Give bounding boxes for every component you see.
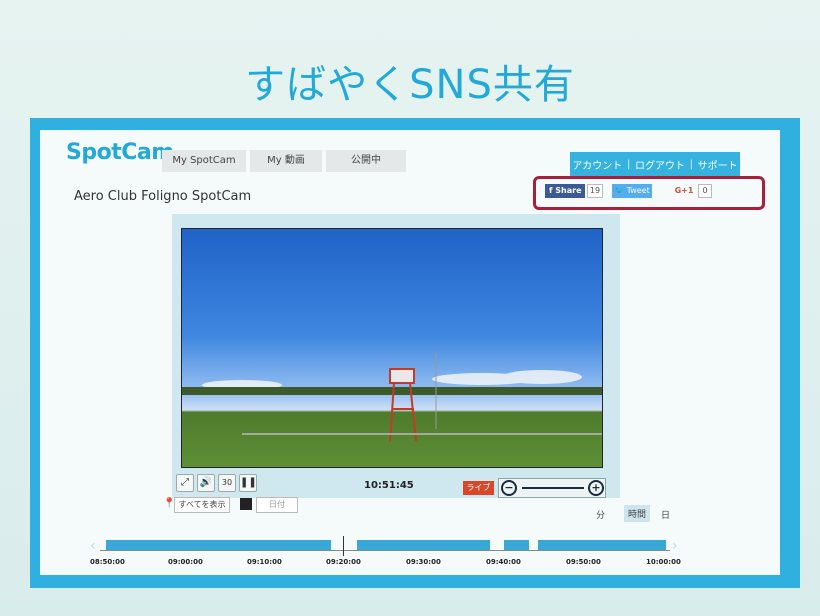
calendar-icon[interactable] [240, 498, 252, 510]
account-link[interactable]: アカウント [572, 157, 622, 172]
recording-segment[interactable] [538, 540, 666, 550]
timeline-label: 09:50:00 [566, 558, 601, 566]
timeline-label: 10:00:00 [646, 558, 681, 566]
nav-tab-my-videos[interactable]: My 動画 [250, 150, 322, 172]
range-minute[interactable]: 分 [596, 508, 605, 521]
pause-button[interactable]: ❚❚ [239, 474, 257, 492]
tweet-label: Tweet [626, 186, 650, 195]
camera-video-feed[interactable] [181, 228, 603, 468]
zoom-out-icon[interactable]: − [501, 480, 517, 496]
video-scene [182, 353, 602, 442]
slide-title: すばやくSNS共有 [245, 62, 575, 108]
timeline-playhead[interactable] [343, 536, 344, 556]
support-link[interactable]: サポート [698, 157, 738, 172]
facebook-share-count: 19 [587, 184, 603, 198]
timeline-axis [100, 550, 670, 551]
facebook-share-label: Share [555, 186, 582, 195]
show-all-button[interactable]: すべてを表示 [174, 497, 230, 513]
live-button[interactable]: ライブ [463, 481, 494, 495]
timeline-label: 09:40:00 [486, 558, 521, 566]
rewind-30-button[interactable]: 30 [218, 474, 236, 492]
nav-tab-my-spotcam[interactable]: My SpotCam [162, 150, 246, 172]
camera-title: Aero Club Foligno SpotCam [74, 189, 252, 204]
timeline-label: 09:30:00 [406, 558, 441, 566]
google-plus-button[interactable]: G+1 [673, 184, 695, 198]
timeline-label: 09:10:00 [247, 558, 282, 566]
fullscreen-button[interactable]: ⤢ [176, 474, 194, 492]
recording-segment[interactable] [106, 540, 331, 550]
timeline-next-icon[interactable]: › [672, 538, 678, 554]
twitter-tweet-button[interactable]: 🐦 Tweet [612, 184, 652, 198]
zoom-in-icon[interactable]: + [588, 480, 604, 496]
volume-button[interactable]: 🔊 [197, 474, 215, 492]
range-hour[interactable]: 時間 [624, 505, 651, 522]
timeline-label: 09:00:00 [168, 558, 203, 566]
nav-tab-public[interactable]: 公開中 [326, 150, 406, 172]
range-day[interactable]: 日 [661, 508, 670, 521]
timeline-label: 09:20:00 [326, 558, 361, 566]
twitter-icon: 🐦 [614, 186, 625, 195]
timeline-label: 08:50:00 [90, 558, 125, 566]
separator: | [626, 158, 631, 170]
recording-segment[interactable] [357, 540, 490, 550]
google-plus-count: 0 [698, 184, 712, 198]
facebook-icon: f [549, 186, 553, 195]
date-field[interactable]: 日付 [256, 497, 298, 513]
account-bar: アカウント | ログアウト | サポート [570, 152, 740, 176]
zoom-slider[interactable] [522, 487, 584, 489]
control-tower [389, 368, 417, 442]
facebook-share-button[interactable]: f Share [545, 184, 585, 198]
timeline-prev-icon[interactable]: ‹ [90, 538, 96, 554]
current-time: 10:51:45 [364, 480, 414, 491]
separator: | [689, 158, 693, 170]
recording-segment[interactable] [504, 540, 529, 550]
logout-link[interactable]: ログアウト [635, 157, 685, 172]
spotcam-logo[interactable]: SpotCam [66, 140, 174, 165]
